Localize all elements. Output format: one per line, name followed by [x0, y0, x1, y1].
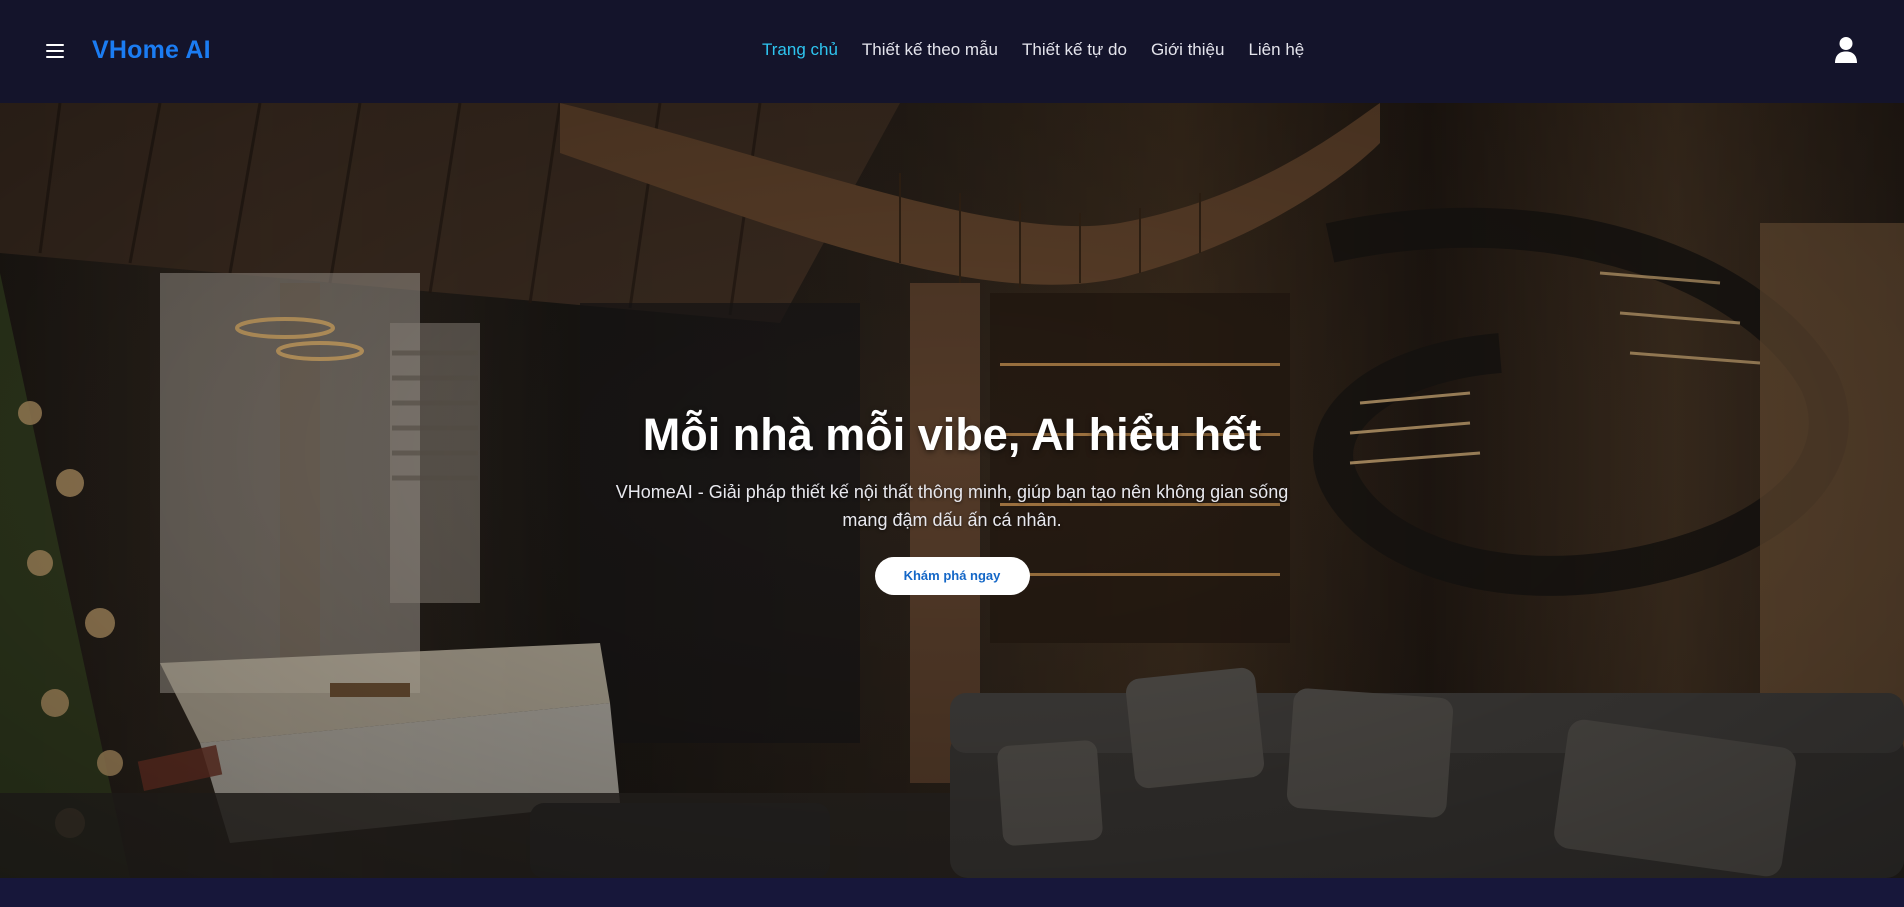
brand-logo[interactable]: VHome AI	[92, 36, 211, 65]
hero-title: Mỗi nhà mỗi vibe, AI hiểu hết	[642, 409, 1262, 460]
nav-link-home[interactable]: Trang chủ	[762, 40, 838, 60]
hero-subtitle: VHomeAI - Giải pháp thiết kế nội thất th…	[615, 482, 1289, 530]
nav-link-template-design[interactable]: Thiết kế theo mẫu	[862, 40, 998, 60]
hero-section: Mỗi nhà mỗi vibe, AI hiểu hết VHomeAI - …	[0, 103, 1904, 878]
main-nav: Trang chủ Thiết kế theo mẫu Thiết kế tự …	[762, 40, 1304, 60]
top-navbar: VHome AI Trang chủ Thiết kế theo mẫu Thi…	[0, 0, 1904, 103]
nav-link-contact[interactable]: Liên hệ	[1248, 40, 1304, 60]
nav-link-free-design[interactable]: Thiết kế tự do	[1022, 40, 1127, 60]
explore-now-button[interactable]: Khám phá ngay	[874, 557, 1030, 595]
next-section-strip	[0, 878, 1904, 907]
user-icon[interactable]	[1834, 36, 1858, 64]
hamburger-menu-icon[interactable]	[46, 40, 68, 62]
hero-content: Mỗi nhà mỗi vibe, AI hiểu hết VHomeAI - …	[552, 408, 1352, 595]
nav-link-about[interactable]: Giới thiệu	[1151, 40, 1225, 60]
